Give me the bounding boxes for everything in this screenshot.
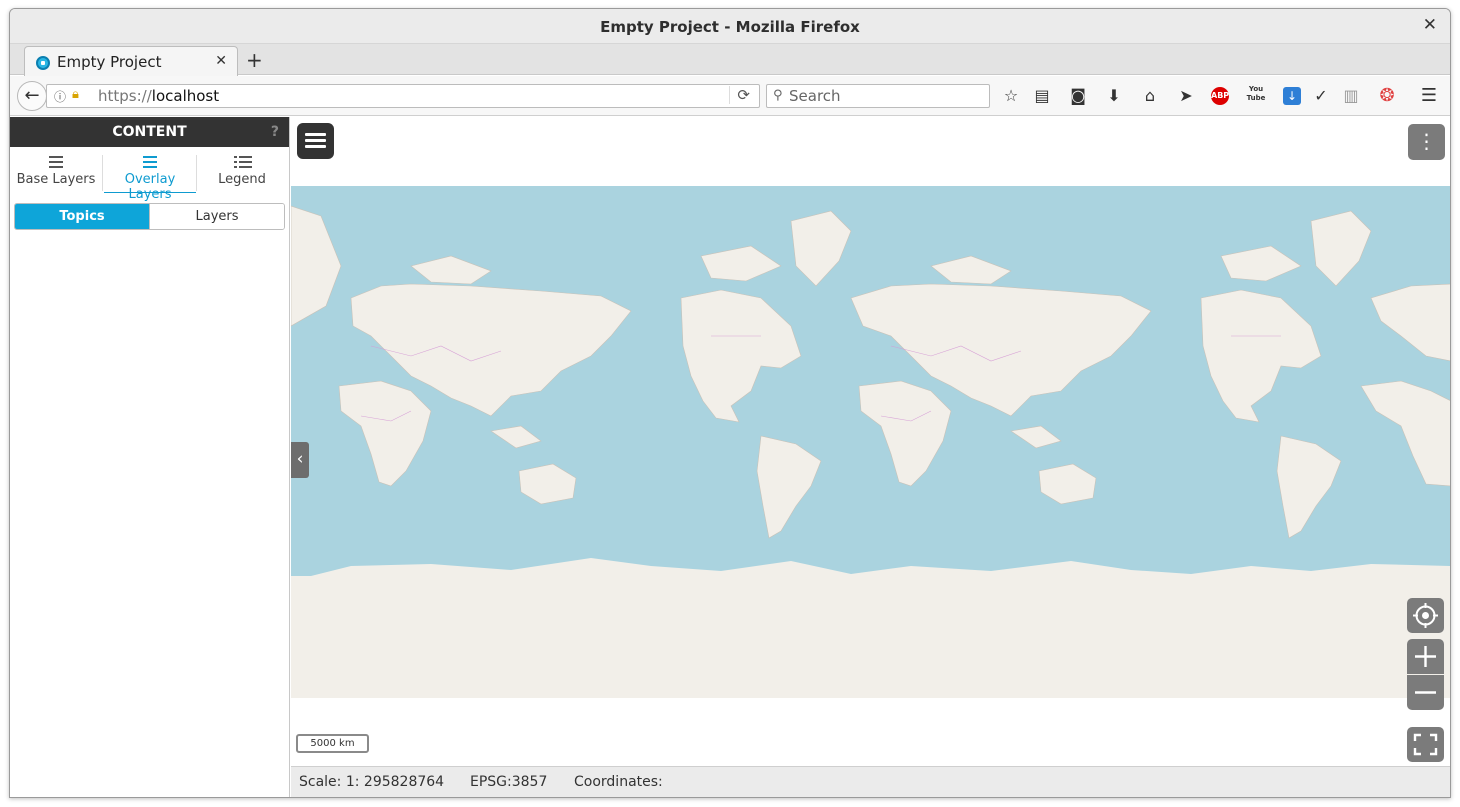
segment-layers[interactable]: Layers <box>149 204 284 229</box>
tab-label: Overlay Layers <box>124 172 176 202</box>
content-sidebar: CONTENT ? Base Layers Overlay Layers Leg… <box>10 117 290 797</box>
info-icon[interactable]: ⓘ <box>54 88 66 105</box>
segment-topics[interactable]: Topics <box>15 204 149 229</box>
favicon-icon <box>36 56 50 70</box>
topics-layers-switch: Topics Layers <box>14 203 285 230</box>
back-button[interactable]: ← <box>17 81 47 111</box>
scale-bar: 5000 km <box>296 734 369 753</box>
reload-icon[interactable]: ⟳ <box>729 86 750 104</box>
locate-icon <box>1413 603 1438 628</box>
search-icon: ⚲ <box>773 88 783 103</box>
tab-close-button[interactable]: ✕ <box>215 53 227 69</box>
map-view[interactable]: ⋮ ‹ 5000 km <box>291 117 1451 766</box>
collapse-sidebar-button[interactable]: ‹ <box>291 442 309 478</box>
navigation-toolbar: ← ⓘ 🔒︎ https://localhost ⟳ ⚲ ☆ ▤ ◙ ⬇ ⌂ ➤… <box>10 76 1450 116</box>
sidebar-tabs: Base Layers Overlay Layers Legend <box>10 147 289 202</box>
browser-window: Empty Project - Mozilla Firefox ✕ Empty … <box>9 8 1451 798</box>
youtube-icon[interactable]: You Tube <box>1246 85 1266 107</box>
minus-icon <box>1415 691 1436 694</box>
scale-readout: Scale: 1: 295828764 <box>299 774 445 790</box>
base-layers-icon <box>48 155 64 169</box>
locate-button[interactable] <box>1407 598 1444 633</box>
window-title: Empty Project - Mozilla Firefox <box>600 18 860 36</box>
tab-legend[interactable]: Legend <box>196 151 288 193</box>
url-host: localhost <box>151 87 220 105</box>
adblock-plus-icon[interactable]: ABP <box>1211 87 1229 105</box>
send-icon[interactable]: ➤ <box>1175 85 1197 107</box>
tab-overlay-layers[interactable]: Overlay Layers <box>104 151 196 202</box>
pocket-dropdown-icon[interactable]: ✓ <box>1310 85 1332 107</box>
main-menu-button[interactable] <box>297 123 334 159</box>
more-options-button[interactable]: ⋮ <box>1408 124 1445 160</box>
tab-strip: Empty Project ✕ + <box>10 44 1450 76</box>
status-bar: Scale: 1: 295828764 EPSG:3857 Coordinate… <box>291 766 1450 797</box>
zoom-in-button[interactable] <box>1407 639 1444 674</box>
reading-list-icon[interactable]: ▤ <box>1031 85 1053 107</box>
plus-icon <box>1415 646 1436 667</box>
fullscreen-icon <box>1413 733 1438 756</box>
tab-label: Base Layers <box>16 172 96 187</box>
coordinates-readout: Coordinates: <box>574 774 663 790</box>
pocket-icon[interactable]: ◙ <box>1067 85 1089 107</box>
reader-icon[interactable]: ▥ <box>1340 85 1362 107</box>
menu-bar <box>305 145 326 148</box>
tab-base-layers[interactable]: Base Layers <box>10 151 102 193</box>
url-scheme: https:// <box>98 87 152 105</box>
window-titlebar: Empty Project - Mozilla Firefox ✕ <box>10 9 1450 44</box>
overlay-layers-icon <box>142 155 158 169</box>
world-map[interactable] <box>291 186 1451 698</box>
sidebar-title: CONTENT <box>112 124 187 140</box>
window-close-button[interactable]: ✕ <box>1423 15 1437 35</box>
home-icon[interactable]: ⌂ <box>1139 85 1161 107</box>
divider <box>102 155 103 191</box>
lifesaver-icon[interactable]: ❂ <box>1376 85 1398 107</box>
url-bar[interactable]: ⓘ 🔒︎ https://localhost ⟳ <box>46 84 760 108</box>
search-input[interactable] <box>789 87 979 105</box>
menu-bar <box>305 139 326 142</box>
insecure-lock-icon[interactable]: 🔒︎ <box>72 87 79 102</box>
tab-label: Legend <box>218 172 266 187</box>
tab-empty-project[interactable]: Empty Project ✕ <box>24 46 238 76</box>
url-text[interactable]: https://localhost <box>98 87 219 105</box>
help-icon[interactable]: ? <box>271 117 279 147</box>
tab-label: Empty Project <box>57 53 162 71</box>
fullscreen-button[interactable] <box>1407 727 1444 762</box>
downloads-icon[interactable]: ⬇ <box>1103 85 1125 107</box>
bookmark-star-icon[interactable]: ☆ <box>1000 85 1022 107</box>
projection-readout: EPSG:3857 <box>470 774 548 790</box>
search-bar[interactable]: ⚲ <box>766 84 990 108</box>
sidebar-header: CONTENT ? <box>10 117 289 147</box>
legend-icon <box>234 155 252 169</box>
menu-bar <box>305 133 326 136</box>
download-manager-icon[interactable]: ↓ <box>1283 87 1301 105</box>
zoom-out-button[interactable] <box>1407 675 1444 710</box>
menu-icon[interactable]: ☰ <box>1418 85 1440 107</box>
new-tab-button[interactable]: + <box>246 48 263 72</box>
